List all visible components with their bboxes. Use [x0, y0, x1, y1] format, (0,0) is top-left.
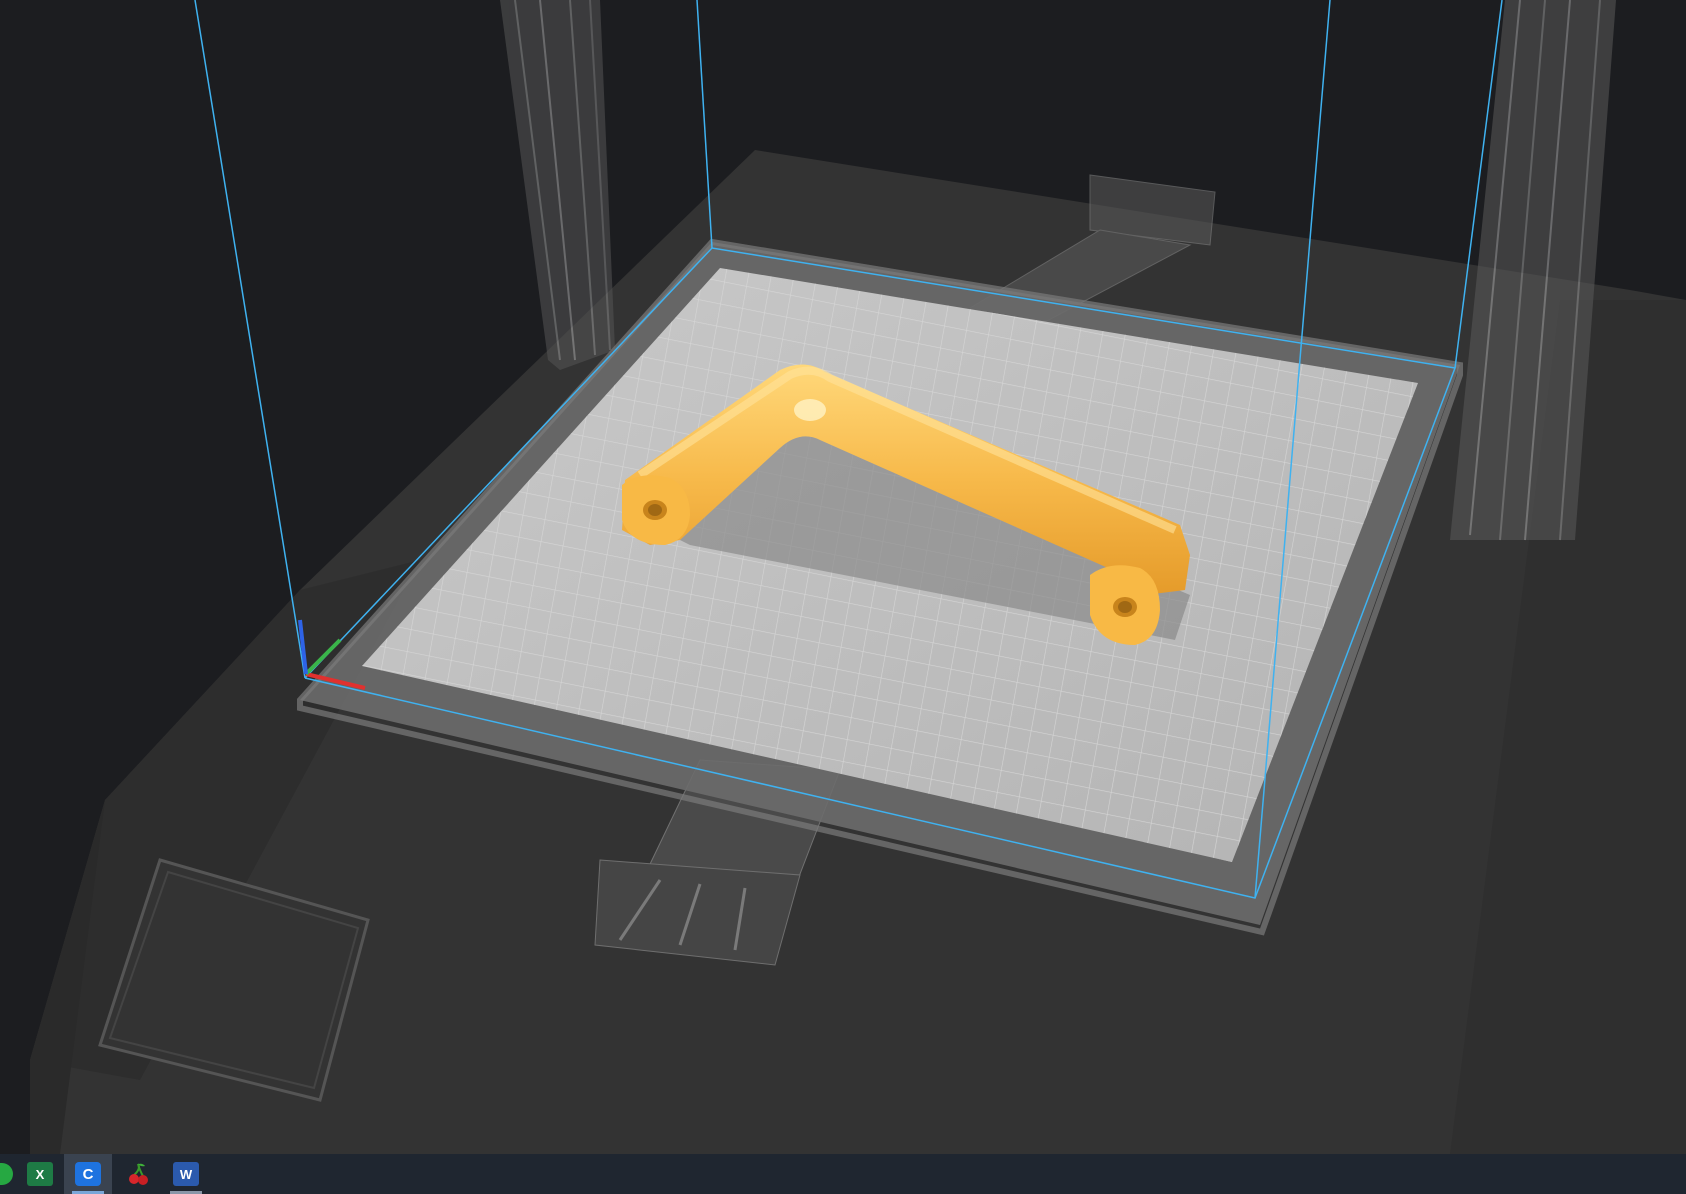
- excel-icon: X: [27, 1162, 53, 1186]
- taskbar-excel[interactable]: X: [16, 1154, 64, 1194]
- taskbar-word[interactable]: W: [162, 1154, 210, 1194]
- taskbar-cherry[interactable]: [114, 1154, 162, 1194]
- 3d-viewport[interactable]: [0, 0, 1686, 1154]
- scene-canvas[interactable]: [0, 0, 1686, 1154]
- green-app-icon: [0, 1163, 13, 1185]
- taskbar-cura[interactable]: C: [64, 1154, 112, 1194]
- cura-icon: C: [75, 1162, 101, 1186]
- word-icon: W: [173, 1162, 199, 1186]
- windows-taskbar: X C W: [0, 1154, 1686, 1194]
- cherry-icon: [129, 1163, 148, 1185]
